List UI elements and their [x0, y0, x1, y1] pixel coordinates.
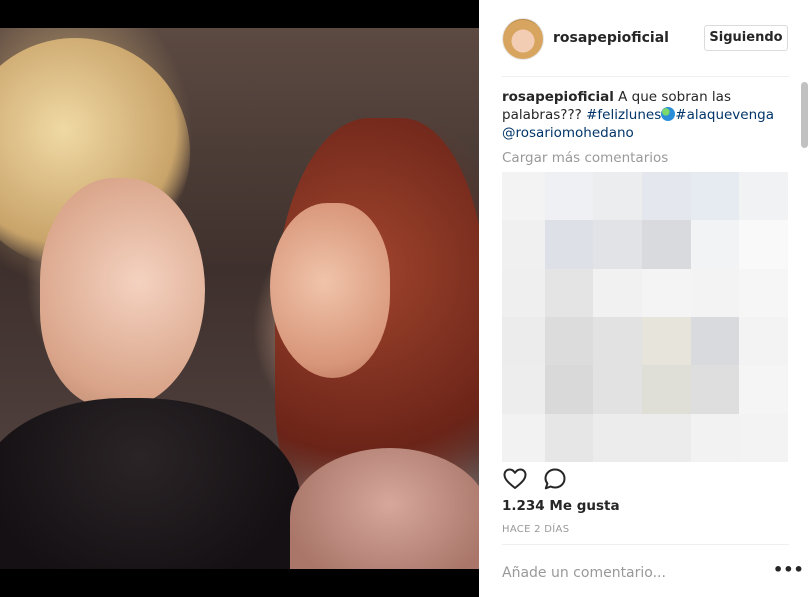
blurred-tile — [642, 220, 691, 269]
blurred-tile — [690, 220, 740, 269]
blurred-tile — [593, 316, 642, 366]
blurred-tile — [593, 172, 642, 221]
caption-username[interactable]: rosapepioficial — [502, 89, 614, 105]
blurred-tile — [593, 413, 642, 462]
header-divider — [502, 76, 789, 77]
blurred-tile — [544, 365, 594, 414]
add-comment-input[interactable] — [502, 563, 762, 583]
blurred-tile — [642, 268, 691, 317]
post-actions — [502, 466, 789, 496]
photo-face-right — [270, 203, 390, 378]
avatar[interactable] — [502, 18, 544, 60]
photo-dress — [0, 398, 300, 569]
following-button[interactable]: Siguiendo — [704, 25, 788, 51]
post-photo-panel — [0, 0, 479, 597]
likes-count[interactable]: 1.234 Me gusta — [502, 498, 620, 514]
blurred-tile — [739, 268, 788, 317]
blurred-tile — [739, 413, 788, 462]
blurred-tile — [642, 172, 691, 221]
blurred-tile — [502, 365, 545, 414]
blurred-tile — [593, 365, 642, 414]
blurred-tile — [544, 413, 594, 462]
blurred-tile — [690, 413, 740, 462]
blurred-tile — [690, 365, 740, 414]
blurred-tile — [544, 268, 594, 317]
blurred-tile — [690, 172, 740, 221]
blurred-tile — [502, 316, 545, 366]
comments-list: rosapepioficial A que sobran las palabra… — [502, 88, 792, 466]
blurred-tile — [544, 220, 594, 269]
post-timestamp[interactable]: HACE 2 DÍAS — [502, 524, 569, 535]
hashtag-alaquevenga[interactable]: #alaquevenga — [675, 107, 774, 123]
load-more-comments-button[interactable]: Cargar más comentarios — [502, 150, 792, 166]
scrollbar-thumb[interactable] — [801, 82, 808, 148]
blurred-tile — [502, 413, 545, 462]
blurred-tile — [642, 316, 691, 366]
post-photo[interactable] — [0, 28, 479, 569]
blurred-comments — [502, 172, 788, 462]
blurred-tile — [544, 172, 594, 221]
blurred-tile — [502, 172, 545, 221]
post-header: rosapepioficial Siguiendo — [479, 0, 812, 76]
blurred-tile — [739, 316, 788, 366]
blurred-tile — [690, 268, 740, 317]
blurred-tile — [502, 268, 545, 317]
comments-scrollbar[interactable] — [800, 78, 809, 466]
comment-bubble-icon[interactable] — [542, 466, 568, 492]
blurred-tile — [739, 172, 788, 221]
blurred-tile — [593, 268, 642, 317]
more-options-icon[interactable]: ••• — [773, 560, 804, 580]
heart-icon[interactable] — [502, 466, 528, 492]
comment-divider — [502, 544, 789, 545]
blurred-tile — [642, 365, 691, 414]
hashtag-felizlunes[interactable]: #felizlunes — [586, 107, 661, 123]
blurred-tile — [739, 365, 788, 414]
post-side-panel: rosapepioficial Siguiendo rosapepioficia… — [479, 0, 812, 597]
mention-rosariomohedano[interactable]: @rosariomohedano — [502, 125, 634, 141]
blurred-tile — [690, 316, 740, 366]
blurred-tile — [502, 220, 545, 269]
globe-emoji-icon — [661, 107, 676, 121]
blurred-tile — [593, 220, 642, 269]
blurred-tile — [642, 413, 691, 462]
caption: rosapepioficial A que sobran las palabra… — [502, 88, 792, 142]
blurred-tile — [544, 316, 594, 366]
photo-face-left — [40, 178, 205, 408]
blurred-tile — [739, 220, 788, 269]
username-link[interactable]: rosapepioficial — [553, 30, 669, 46]
